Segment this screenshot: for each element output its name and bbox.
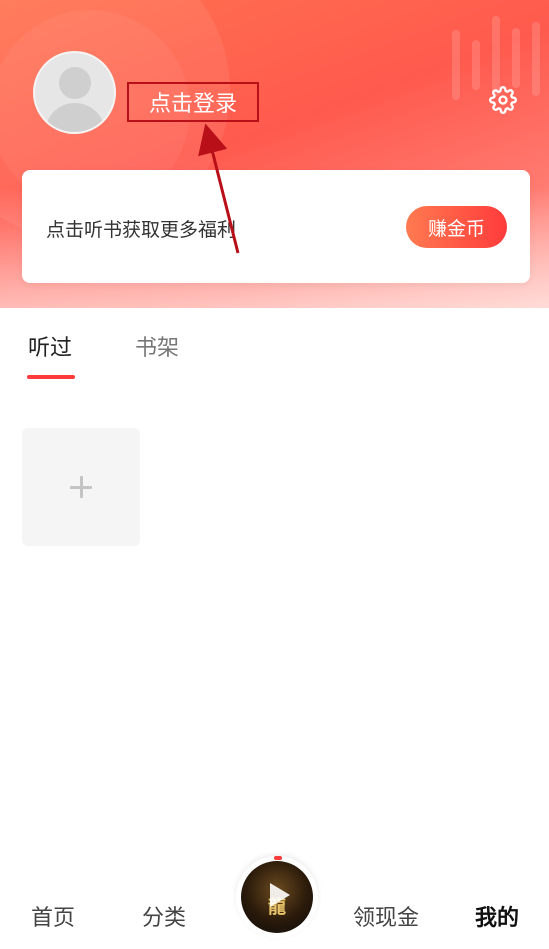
playing-indicator xyxy=(274,856,282,860)
default-avatar-icon xyxy=(59,67,91,99)
earn-coins-button[interactable]: 赚金币 xyxy=(406,206,507,248)
decor-bar xyxy=(492,16,500,96)
nav-home[interactable]: 首页 xyxy=(31,900,75,932)
nav-mine[interactable]: 我的 xyxy=(475,900,519,932)
tab-heard[interactable]: 听过 xyxy=(28,330,72,362)
decor-bar xyxy=(452,30,460,100)
nav-category[interactable]: 分类 xyxy=(142,900,186,932)
gear-icon[interactable] xyxy=(489,86,517,114)
player-button[interactable]: 龍 xyxy=(236,856,318,938)
decor-bar xyxy=(532,22,540,96)
benefit-text: 点击听书获取更多福利 xyxy=(46,219,237,241)
album-cover: 龍 xyxy=(241,861,313,933)
tab-active-indicator xyxy=(27,375,75,379)
tab-bookshelf[interactable]: 书架 xyxy=(135,330,179,362)
avatar[interactable] xyxy=(33,51,116,134)
benefit-card: 点击听书获取更多福利 赚金币 xyxy=(22,170,530,283)
decor-bar xyxy=(472,40,480,90)
decor-bar xyxy=(512,28,520,88)
add-book-button[interactable] xyxy=(22,428,140,546)
nav-earn-cash[interactable]: 领现金 xyxy=(353,900,419,932)
plus-icon xyxy=(70,476,92,498)
play-icon xyxy=(270,883,290,907)
login-link[interactable]: 点击登录 xyxy=(127,82,259,122)
